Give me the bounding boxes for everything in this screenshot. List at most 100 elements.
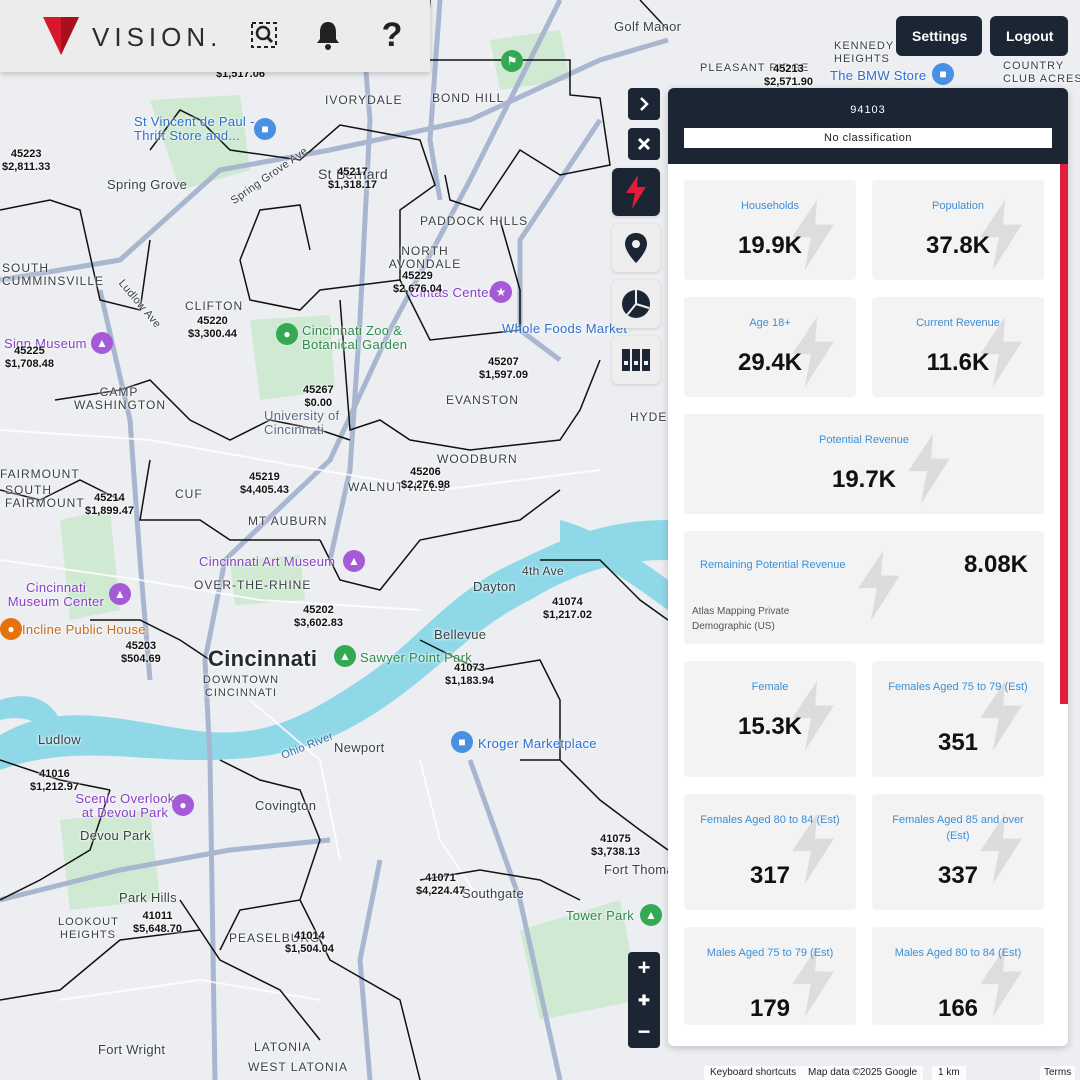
- place-label: Scenic Overlook at Devou Park: [75, 791, 175, 820]
- logout-button[interactable]: Logout: [990, 16, 1068, 56]
- metric-label: Current Revenue: [916, 317, 1000, 329]
- chevron-right-icon: [640, 97, 649, 111]
- zip-label[interactable]: 41071 $4,224.47: [416, 872, 465, 898]
- place-label: MT AUBURN: [248, 514, 328, 528]
- zip-label[interactable]: 45202 $3,602.83: [294, 604, 343, 630]
- place-label: Devou Park: [80, 828, 151, 843]
- metric-label: Potential Revenue: [819, 434, 909, 446]
- chart-tool-button[interactable]: [612, 280, 660, 328]
- map-data-attribution: Map data ©2025 Google: [802, 1066, 924, 1080]
- settings-button[interactable]: Settings: [896, 16, 982, 56]
- metric-value: 11.6K: [926, 349, 990, 376]
- collapse-panel-button[interactable]: [628, 88, 660, 120]
- zip-label[interactable]: 41016 $1,212.97: [30, 768, 79, 794]
- car-dealer-icon[interactable]: ■: [932, 63, 954, 85]
- zoom-controls: + ✚ −: [628, 952, 660, 1048]
- close-panel-button[interactable]: [628, 128, 660, 160]
- map-pin-icon: [625, 233, 647, 263]
- shopping-cart-icon[interactable]: ■: [451, 731, 473, 753]
- place-label: The BMW Store: [830, 68, 927, 83]
- metric-value: 37.8K: [925, 232, 991, 259]
- library-tool-button[interactable]: [612, 336, 660, 384]
- zip-label[interactable]: 45225 $1,708.48: [5, 345, 54, 371]
- zip-label[interactable]: 41073 $1,183.94: [445, 662, 494, 688]
- place-label: Whole Foods Market: [502, 321, 628, 336]
- place-label: OVER-THE-RHINE: [194, 578, 312, 592]
- viewpoint-icon[interactable]: ●: [172, 794, 194, 816]
- place-label: WOODBURN: [437, 452, 518, 466]
- place-label: Dayton: [473, 579, 516, 594]
- metric-label: Households: [740, 200, 800, 212]
- zoo-icon[interactable]: ●: [276, 323, 298, 345]
- zip-label[interactable]: 45220 $3,300.44: [188, 315, 237, 341]
- metric-value: 8.08K: [963, 551, 1028, 578]
- zip-label[interactable]: 45229 $2,676.04: [393, 270, 442, 296]
- metric-value: 179: [749, 995, 791, 1022]
- place-label: CLIFTON: [185, 299, 244, 313]
- museum-icon[interactable]: ▲: [343, 550, 365, 572]
- lightning-watermark-icon: [858, 550, 900, 622]
- panel-scrollbar[interactable]: [1060, 164, 1068, 704]
- place-label: Cincinnati Art Museum: [199, 554, 336, 569]
- zip-label[interactable]: 45267 $0.00: [303, 384, 334, 410]
- data-source-label: Atlas Mapping Private Demographic (US): [692, 606, 790, 632]
- zip-label[interactable]: 41075 $3,738.13: [591, 833, 640, 859]
- lightning-icon: [626, 175, 646, 209]
- reset-zoom-icon[interactable]: ✚: [638, 989, 650, 1011]
- zoom-in-button[interactable]: +: [638, 957, 651, 979]
- metric-label: Males Aged 75 to 79 (Est): [706, 947, 834, 959]
- top-bar: VISION. ?: [0, 0, 430, 72]
- metric-value: 317: [749, 862, 791, 889]
- zip-label[interactable]: 45203 $504.69: [121, 640, 161, 666]
- place-label: Tower Park: [566, 908, 635, 923]
- zip-details-panel: 94103 No classification Households 19.9K P…: [668, 88, 1068, 1046]
- panel-header: 94103 No classification: [668, 88, 1068, 164]
- location-tool-button[interactable]: [612, 224, 660, 272]
- museum-icon[interactable]: ▲: [109, 583, 131, 605]
- museum-icon[interactable]: ▲: [91, 332, 113, 354]
- zip-label[interactable]: 45206 $2,276.98: [401, 466, 450, 492]
- zip-search-icon[interactable]: [247, 18, 281, 52]
- zip-label[interactable]: 41014 $1,504.04: [285, 930, 334, 956]
- insights-tool-button[interactable]: [612, 168, 660, 216]
- metric-value: 351: [937, 729, 979, 756]
- zip-label[interactable]: 45207 $1,597.09: [479, 356, 528, 382]
- metric-value: 337: [937, 862, 979, 889]
- classification-field[interactable]: No classification: [684, 128, 1052, 148]
- zoom-out-button[interactable]: −: [638, 1021, 651, 1043]
- metric-card: Age 18+ 29.4K: [684, 297, 856, 397]
- bell-icon[interactable]: [311, 18, 345, 52]
- scale-label: 1 km: [932, 1066, 966, 1080]
- place-label: HYDE: [630, 410, 668, 424]
- place-label: WEST LATONIA: [248, 1060, 349, 1074]
- metric-value: 19.7K: [831, 466, 897, 493]
- place-label: St Vincent de Paul - Thrift Store and...: [134, 114, 255, 143]
- metric-card: Potential Revenue 19.7K: [684, 414, 1044, 514]
- zip-label[interactable]: 45214 $1,899.47: [85, 492, 134, 518]
- zip-label[interactable]: 45217 $1,318.17: [328, 166, 377, 192]
- zip-label[interactable]: 45219 $4,405.43: [240, 471, 289, 497]
- help-icon[interactable]: ?: [375, 16, 409, 54]
- metric-label: Remaining Potential Revenue: [700, 559, 846, 571]
- place-label: FAIRMOUNT: [0, 467, 80, 481]
- zip-label[interactable]: 45223 $2,811.33: [2, 148, 50, 174]
- shopping-bag-icon[interactable]: ■: [254, 118, 276, 140]
- park-icon[interactable]: ▲: [640, 904, 662, 926]
- terms-link[interactable]: Terms: [1040, 1066, 1076, 1080]
- place-label: KENNEDY HEIGHTS: [834, 40, 894, 65]
- zip-label[interactable]: 41011 $5,648.70: [133, 910, 182, 936]
- venue-icon[interactable]: ★: [490, 281, 512, 303]
- zip-label[interactable]: 41074 $1,217.02: [543, 596, 592, 622]
- park-icon[interactable]: ▲: [334, 645, 356, 667]
- zip-label[interactable]: 45213 $2,571.90: [764, 63, 813, 89]
- restaurant-icon[interactable]: ●: [0, 618, 22, 640]
- vision-logo-icon: [43, 17, 79, 55]
- keyboard-shortcuts-link[interactable]: Keyboard shortcuts: [704, 1066, 803, 1080]
- place-label: Cincinnati Museum Center: [7, 580, 105, 609]
- metric-card: Remaining Potential Revenue 8.08K Atlas Ma…: [684, 531, 1044, 644]
- place-label: Bellevue: [434, 627, 487, 642]
- place-label: Fort Wright: [98, 1042, 166, 1057]
- place-label: IVORYDALE: [325, 93, 403, 107]
- golf-icon[interactable]: ⚑: [501, 50, 523, 72]
- metric-label: Population: [932, 200, 984, 212]
